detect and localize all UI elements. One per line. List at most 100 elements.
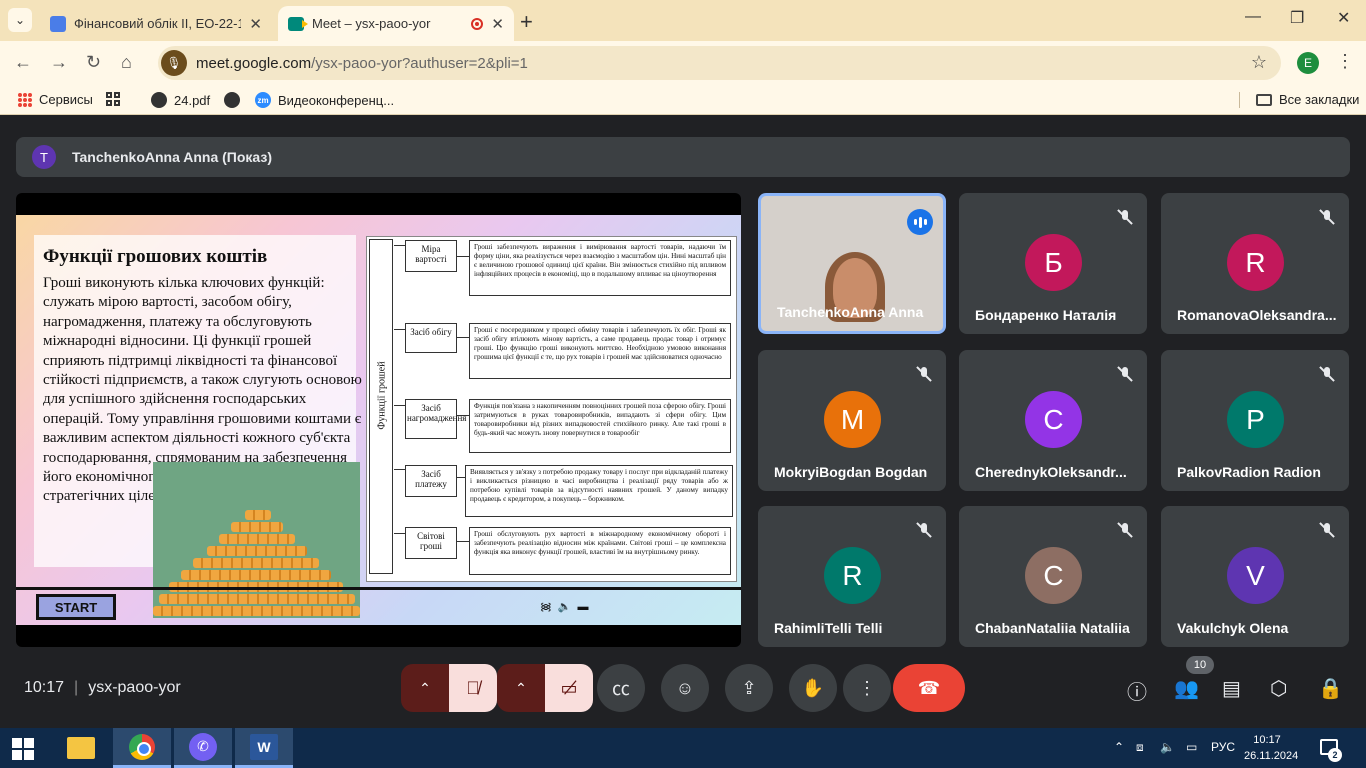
browser-menu-icon[interactable]: ⋮ (1336, 51, 1354, 72)
function-box: Засіб обігу (405, 323, 457, 353)
host-controls-icon[interactable]: 🔒 (1318, 676, 1343, 701)
home-icon[interactable]: ⌂ (121, 52, 132, 73)
word-icon[interactable]: W (235, 728, 293, 768)
function-box: Засіб нагромадження (405, 399, 466, 439)
participant-tile[interactable]: C CherednykOleksandr... (959, 350, 1147, 491)
site-mic-active-icon[interactable]: 🎙 (161, 50, 187, 76)
address-bar[interactable]: 🎙 meet.google.com/ysx-paoo-yor?authuser=… (158, 46, 1281, 80)
input-language[interactable]: РУС (1211, 740, 1235, 754)
forward-arrow-icon[interactable]: → (50, 52, 68, 73)
function-box: Засіб платежу (405, 465, 457, 497)
audio-options-chevron-icon[interactable]: ⌃ (401, 664, 449, 712)
wifi-icon: ᯼ (540, 601, 558, 613)
function-description: Гроші є посередником у процесі обміну то… (469, 323, 731, 379)
present-button[interactable]: ⇪ (725, 664, 773, 712)
present-screen-icon: ⇪ (741, 677, 757, 698)
minimize-icon[interactable]: — (1245, 8, 1261, 26)
function-description: Виявляється у зв'язку з потребою продажу… (465, 465, 733, 517)
recording-indicator-icon (471, 17, 484, 30)
meeting-code: ysx-paoo-yor (88, 679, 181, 696)
mic-toggle-button[interactable]: 🎙̸ (449, 664, 497, 712)
tray-chevron-icon[interactable]: ⌃ (1114, 740, 1124, 754)
chrome-icon[interactable] (113, 728, 171, 768)
reactions-button[interactable]: ☺ (661, 664, 709, 712)
apps-button[interactable] (106, 92, 120, 106)
new-tab-button[interactable]: + (520, 9, 533, 35)
people-icon[interactable]: 👥 (1174, 676, 1199, 701)
bookmarks-bar: Сервисы 24.pdf zm Видеоконференц... Все … (0, 85, 1366, 115)
participant-avatar: P (1227, 391, 1284, 448)
more-options-button[interactable]: ⋮ (843, 664, 891, 712)
network-icon[interactable]: ▭ (1186, 740, 1197, 754)
mic-control: ⌃ 🎙̸ (401, 664, 497, 712)
tab-meet[interactable]: Meet – ysx-paoo-yor ✕ (278, 6, 514, 41)
meeting-details-icon[interactable]: ⓘ (1127, 676, 1147, 705)
participant-tile[interactable]: TanchenkoAnna Anna (758, 193, 946, 334)
function-box: Світові гроші (405, 527, 457, 559)
bookmark-globe[interactable] (224, 92, 240, 108)
close-tab-icon[interactable]: ✕ (249, 15, 262, 33)
battery-icon: ▬ (577, 601, 595, 613)
url-text: meet.google.com/ysx-paoo-yor?authuser=2&… (196, 54, 528, 72)
back-arrow-icon[interactable]: ← (14, 52, 32, 73)
tab-search-button[interactable]: ⌄ (8, 8, 32, 32)
activities-icon[interactable]: ⬡ (1270, 676, 1287, 701)
captions-button[interactable]: ㏄ (597, 664, 645, 712)
presenter-label: TanchenkoAnna Anna (Показ) (72, 149, 272, 165)
taskbar-clock[interactable]: 10:17 26.11.2024 (1244, 732, 1298, 764)
mic-off-icon (1117, 522, 1133, 538)
volume-icon[interactable]: 🔈 (1160, 740, 1175, 754)
hand-icon: ✋ (801, 677, 825, 698)
bookmark-24pdf[interactable]: 24.pdf (151, 92, 210, 108)
globe-icon (224, 92, 240, 108)
chat-icon[interactable]: ▤ (1222, 676, 1241, 701)
slide-status-icons: ᯼🔈▬ (540, 599, 594, 614)
participant-avatar: M (824, 391, 881, 448)
slide-title: Функції грошових коштів (43, 246, 268, 267)
participant-tile[interactable]: C ChabanNataliia Nataliia (959, 506, 1147, 647)
participant-avatar: R (1227, 234, 1284, 291)
participant-tile[interactable]: Б Бондаренко Наталія (959, 193, 1147, 334)
mic-off-icon (916, 522, 932, 538)
mic-off-icon (1319, 209, 1335, 225)
clock-time: 10:17 (1253, 734, 1281, 746)
participant-tile[interactable]: P PalkovRadion Radion (1161, 350, 1349, 491)
camera-in-use-icon[interactable]: ⧈ (1136, 740, 1144, 755)
video-options-chevron-icon[interactable]: ⌃ (497, 664, 545, 712)
participant-name: CherednykOleksandr... (975, 464, 1127, 480)
all-bookmarks[interactable]: Все закладки (1256, 92, 1359, 107)
bookmark-services[interactable]: Сервисы (18, 92, 93, 107)
close-tab-icon[interactable]: ✕ (491, 15, 504, 33)
participant-tile[interactable]: V Vakulchyk Olena (1161, 506, 1349, 647)
shared-screen[interactable]: Функції грошових коштів Гроші виконують … (16, 193, 741, 647)
mic-off-icon: 🎙̸ (466, 677, 480, 698)
windows-start-icon[interactable] (12, 738, 34, 760)
restore-icon[interactable]: ❐ (1290, 8, 1304, 28)
windows-taskbar: ✆ W ⌃ ⧈ 🔈 ▭ РУС 10:17 26.11.2024 2 (0, 728, 1366, 768)
participant-tile[interactable]: R RomanovaOleksandra... (1161, 193, 1349, 334)
viber-icon[interactable]: ✆ (174, 728, 232, 768)
profile-avatar[interactable]: E (1297, 52, 1319, 74)
reload-icon[interactable]: ↻ (86, 52, 101, 73)
participant-name: PalkovRadion Radion (1177, 464, 1321, 480)
bookmark-star-icon[interactable]: ☆ (1251, 52, 1267, 73)
meeting-info: 10:17 | ysx-paoo-yor (24, 679, 181, 696)
presenter-avatar: T (32, 145, 56, 169)
bookmark-videoconf[interactable]: zm Видеоконференц... (255, 92, 394, 108)
leave-call-button[interactable]: ☎ (893, 664, 965, 712)
volume-icon: 🔈 (557, 601, 578, 613)
participant-tile[interactable]: R RahimliTelli Telli (758, 506, 946, 647)
participant-tile[interactable]: M MokryiBogdan Bogdan (758, 350, 946, 491)
function-description: Гроші обслуговують рух вартості в міжнар… (469, 527, 731, 575)
bookmarks-divider (1239, 92, 1240, 108)
close-window-icon[interactable]: ✕ (1337, 8, 1350, 28)
camera-off-icon: ▭̸ (560, 677, 578, 698)
mic-off-icon (1117, 366, 1133, 382)
mic-off-icon (1319, 366, 1335, 382)
tab-financial-accounting[interactable]: Фінансовий облік ІІ, ЕО-22-1. ✕ (40, 6, 272, 41)
file-explorer-icon[interactable] (52, 728, 110, 768)
mic-off-icon (916, 366, 932, 382)
raise-hand-button[interactable]: ✋ (789, 664, 837, 712)
camera-toggle-button[interactable]: ▭̸ (545, 664, 593, 712)
globe-icon (151, 92, 167, 108)
